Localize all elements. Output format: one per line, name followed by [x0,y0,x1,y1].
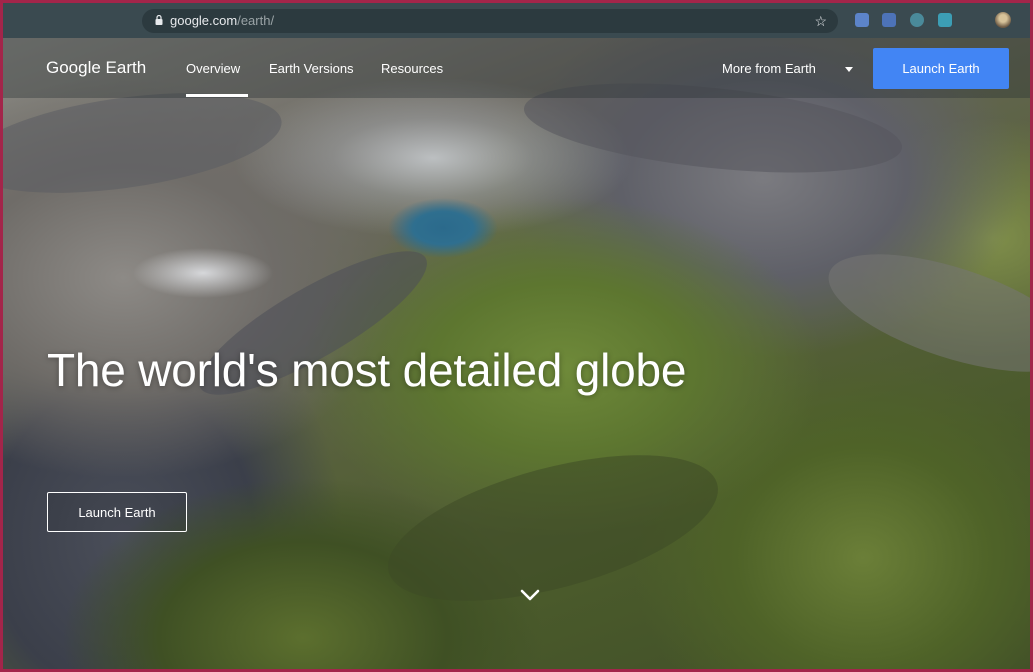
terrain-ridge [815,230,1030,396]
url-text: google.com/earth/ [170,13,274,28]
nav-earth-versions[interactable]: Earth Versions [269,61,354,76]
address-bar[interactable]: google.com/earth/ ☆ [142,9,838,33]
chevron-down-icon[interactable] [845,67,853,72]
extension-icon[interactable] [855,13,869,27]
terrain-ridge [373,426,733,630]
launch-earth-hero-button[interactable]: Launch Earth [47,492,187,532]
launch-earth-header-button[interactable]: Launch Earth [873,48,1009,89]
star-icon[interactable]: ☆ [814,12,827,30]
extension-icon[interactable] [910,13,924,27]
nav-resources[interactable]: Resources [381,61,443,76]
browser-toolbar: google.com/earth/ ☆ [3,3,1030,38]
site-header: Google Earth Overview Earth Versions Res… [3,38,1030,98]
google-earth-logo[interactable]: Google Earth [46,58,146,78]
url-path: /earth/ [237,13,275,28]
extension-icon[interactable] [938,13,952,27]
screenshot-frame: google.com/earth/ ☆ Google Earth Overvie… [0,0,1033,672]
chevron-down-icon[interactable] [519,588,541,602]
more-from-earth-menu[interactable]: More from Earth [722,61,816,76]
profile-avatar-icon[interactable] [995,12,1011,28]
extension-icon[interactable] [882,13,896,27]
lock-icon [155,15,163,25]
active-tab-indicator [186,94,248,97]
nav-overview[interactable]: Overview [186,61,240,76]
hero-headline: The world's most detailed globe [47,344,687,396]
url-host: google.com [170,13,238,28]
